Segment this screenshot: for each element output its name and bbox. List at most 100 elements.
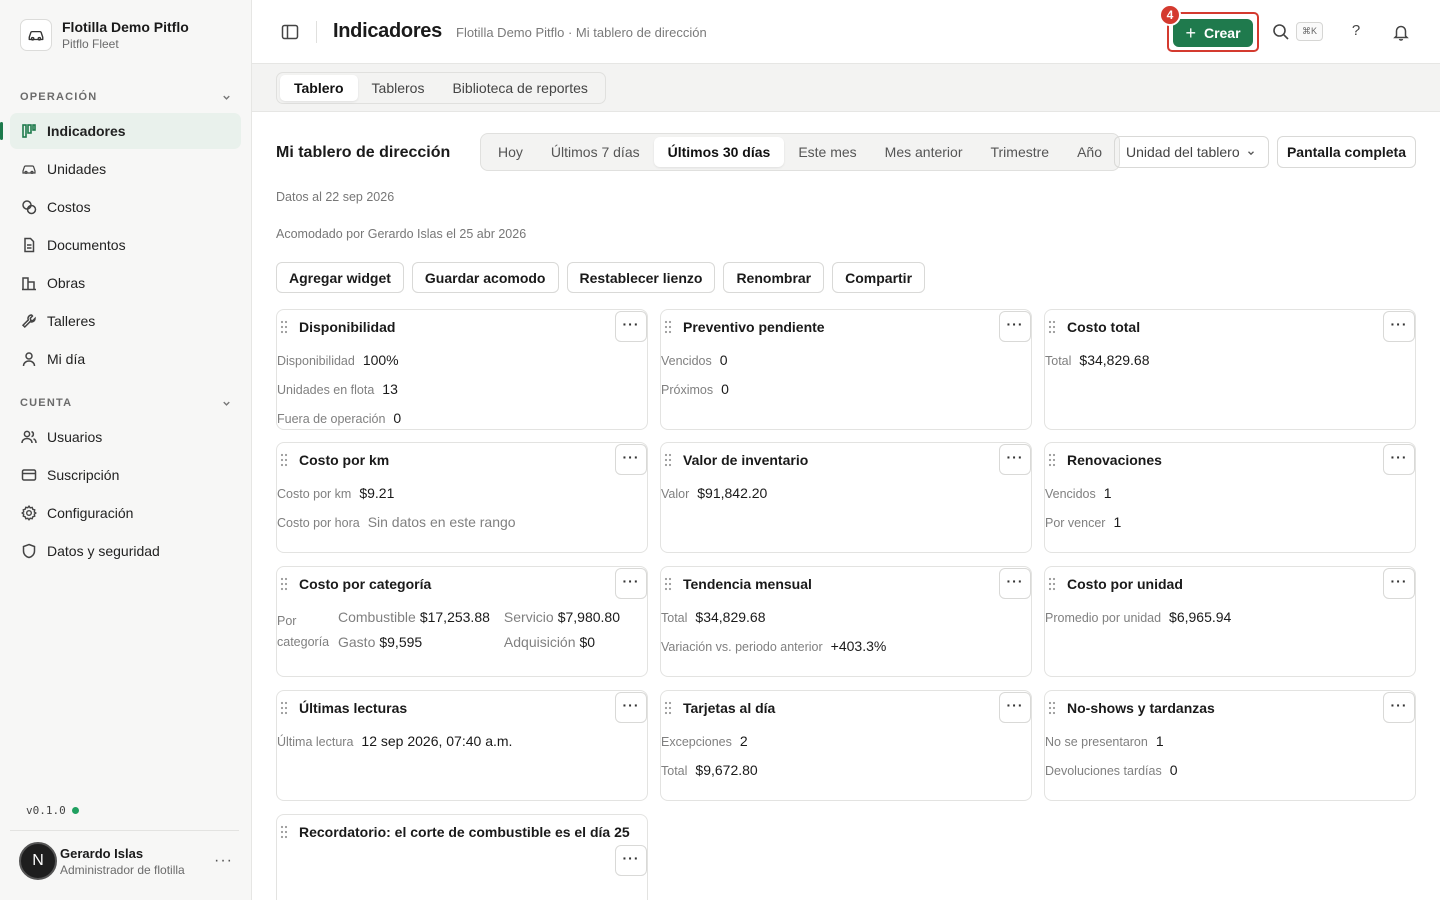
drag-handle-icon[interactable] — [1048, 701, 1056, 715]
sidebar-item-costos[interactable]: Costos — [10, 189, 241, 225]
widget-metric: No se presentaron 1 — [1045, 733, 1164, 749]
metric-value: 12 sep 2026, 07:40 a.m. — [361, 733, 513, 749]
drag-handle-icon[interactable] — [280, 701, 288, 715]
metric-label: Valor — [661, 487, 690, 501]
drag-handle-icon[interactable] — [664, 701, 672, 715]
breadcrumb: Flotilla Demo Pitflo · Mi tablero de dir… — [456, 25, 707, 40]
metric-value: 0 — [721, 381, 729, 397]
widget-menu-button[interactable]: ··· — [999, 692, 1031, 723]
range-7-dias[interactable]: Últimos 7 días — [537, 137, 654, 167]
sidebar-item-label: Suscripción — [47, 467, 120, 483]
category-item: Combustible $17,253.88 — [338, 609, 490, 628]
widget-menu-button[interactable]: ··· — [615, 568, 647, 599]
range-30-dias[interactable]: Últimos 30 días — [653, 137, 785, 167]
range-ano[interactable]: Año — [1063, 137, 1116, 167]
widget-preventivo: Preventivo pendiente ··· Vencidos 0 Próxi… — [660, 309, 1032, 430]
sidebar-item-label: Talleres — [47, 313, 96, 329]
sidebar-toggle-icon[interactable] — [280, 22, 300, 42]
sidebar-item-talleres[interactable]: Talleres — [10, 303, 241, 339]
rename-button[interactable]: Renombrar — [723, 262, 825, 293]
add-widget-button[interactable]: Agregar widget — [276, 262, 404, 293]
widget-title: Últimas lecturas — [299, 700, 408, 716]
tab-tablero[interactable]: Tablero — [280, 75, 358, 101]
drag-handle-icon[interactable] — [280, 320, 288, 334]
widget-menu-button[interactable]: ··· — [999, 444, 1031, 475]
org-switcher[interactable]: Flotilla Demo Pitflo Pitflo Fleet — [20, 18, 189, 52]
widget-metric: Excepciones 2 — [661, 733, 748, 749]
widget-tendencia: Tendencia mensual ··· Total $34,829.68 Va… — [660, 566, 1032, 677]
widget-menu-button[interactable]: ··· — [615, 444, 647, 475]
drag-handle-icon[interactable] — [280, 825, 288, 839]
sidebar-item-label: Configuración — [47, 505, 134, 521]
category-breakdown: Por categoría Combustible $17,253.88 Serv… — [277, 609, 620, 653]
org-subtitle: Pitflo Fleet — [62, 37, 119, 51]
create-button[interactable]: + Crear — [1173, 19, 1253, 47]
search-icon[interactable] — [1272, 23, 1290, 41]
drag-handle-icon[interactable] — [280, 577, 288, 591]
widget-title: Valor de inventario — [683, 452, 809, 468]
widget-menu-button[interactable]: ··· — [1383, 568, 1415, 599]
metric-label: Fuera de operación — [277, 412, 386, 426]
tab-biblioteca-reportes[interactable]: Biblioteca de reportes — [438, 75, 601, 101]
widget-title: Costo por unidad — [1067, 576, 1183, 592]
metric-label: Próximos — [661, 383, 714, 397]
drag-handle-icon[interactable] — [664, 577, 672, 591]
drag-handle-icon[interactable] — [1048, 320, 1056, 334]
sidebar-item-label: Costos — [47, 199, 91, 215]
user-menu[interactable]: N Gerardo Islas Administrador de flotill… — [19, 842, 241, 880]
fullscreen-button[interactable]: Pantalla completa — [1277, 136, 1416, 168]
widget-menu-button[interactable]: ··· — [1383, 311, 1415, 342]
range-mes-anterior[interactable]: Mes anterior — [871, 137, 977, 167]
wrench-icon — [20, 313, 37, 330]
save-layout-button[interactable]: Guardar acomodo — [411, 262, 559, 293]
widget-metric: Costo por km $9.21 — [277, 485, 394, 501]
widget-menu-button[interactable]: ··· — [615, 845, 647, 876]
drag-handle-icon[interactable] — [664, 453, 672, 467]
widget-menu-button[interactable]: ··· — [1383, 692, 1415, 723]
metric-label: Variación vs. periodo anterior — [661, 640, 823, 654]
sidebar-item-unidades[interactable]: Unidades — [10, 151, 241, 187]
widget-menu-button[interactable]: ··· — [999, 311, 1031, 342]
sidebar-item-mi-dia[interactable]: Mi día — [10, 341, 241, 377]
bell-icon[interactable] — [1392, 23, 1410, 41]
section-cuenta-header[interactable]: CUENTA — [20, 397, 232, 409]
range-hoy[interactable]: Hoy — [484, 137, 537, 167]
widget-metric: Unidades en flota 13 — [277, 381, 398, 397]
help-icon[interactable]: ? — [1350, 22, 1362, 39]
category-name: Servicio — [503, 609, 554, 625]
reset-canvas-button[interactable]: Restablecer lienzo — [566, 262, 716, 293]
sidebar-item-documentos[interactable]: Documentos — [10, 227, 241, 263]
range-trimestre[interactable]: Trimestre — [976, 137, 1063, 167]
tabs-bar: Tablero Tableros Biblioteca de reportes — [252, 64, 1440, 112]
widget-metric: Fuera de operación 0 — [277, 410, 401, 426]
share-button[interactable]: Compartir — [832, 262, 926, 293]
widget-menu-button[interactable]: ··· — [615, 692, 647, 723]
widget-menu-button[interactable]: ··· — [615, 311, 647, 342]
drag-handle-icon[interactable] — [664, 320, 672, 334]
sidebar-item-indicadores[interactable]: Indicadores — [0, 113, 241, 149]
topbar: Indicadores Flotilla Demo Pitflo · Mi ta… — [252, 0, 1440, 64]
drag-handle-icon[interactable] — [280, 453, 288, 467]
widget-recordatorio: Recordatorio: el corte de combustible es… — [276, 814, 648, 900]
drag-handle-icon[interactable] — [1048, 453, 1056, 467]
section-operacion-header[interactable]: OPERACIÓN — [20, 91, 232, 103]
sidebar-item-configuracion[interactable]: Configuración — [10, 495, 241, 531]
avatar: N — [19, 842, 57, 880]
more-horizontal-icon[interactable]: ··· — [214, 852, 241, 870]
sidebar-item-usuarios[interactable]: Usuarios — [10, 419, 241, 455]
metric-label: Costo por km — [277, 487, 352, 501]
category-name: Combustible — [338, 609, 416, 625]
more-horizontal-icon: ··· — [1390, 315, 1408, 332]
sidebar-item-suscripcion[interactable]: Suscripción — [10, 457, 241, 493]
tab-tableros[interactable]: Tableros — [358, 75, 439, 101]
widget-menu-button[interactable]: ··· — [999, 568, 1031, 599]
range-este-mes[interactable]: Este mes — [784, 137, 870, 167]
sidebar-item-obras[interactable]: Obras — [10, 265, 241, 301]
widget-menu-button[interactable]: ··· — [1383, 444, 1415, 475]
more-horizontal-icon: ··· — [622, 315, 640, 332]
drag-handle-icon[interactable] — [1048, 577, 1056, 591]
unit-select[interactable]: Unidad del tablero — [1114, 136, 1269, 168]
sidebar-item-datos-seguridad[interactable]: Datos y seguridad — [10, 533, 241, 569]
chevron-down-icon — [223, 401, 230, 406]
credit-card-icon — [20, 467, 37, 484]
